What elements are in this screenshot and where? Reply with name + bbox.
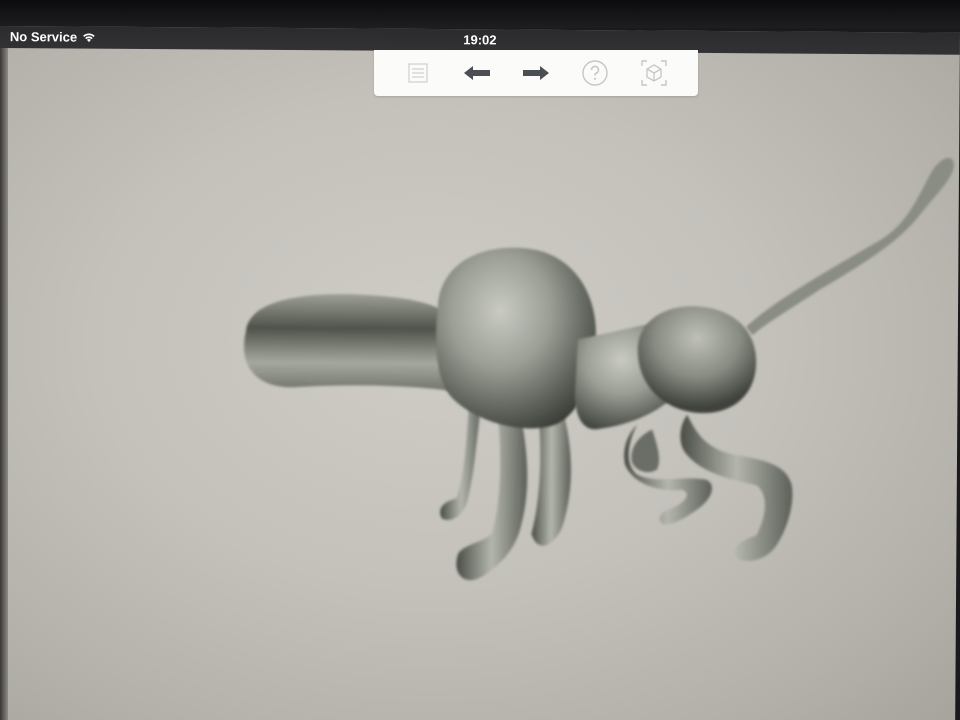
status-time: 19:02 — [463, 32, 497, 48]
redo-button[interactable] — [516, 55, 556, 91]
help-icon — [581, 59, 609, 87]
device-bezel-left — [0, 40, 8, 720]
undo-button[interactable] — [457, 55, 497, 91]
3d-view-button[interactable] — [634, 55, 674, 91]
device-bezel-top — [0, 0, 960, 28]
help-button[interactable] — [575, 55, 615, 91]
undo-arrow-icon — [462, 65, 492, 81]
app-viewport[interactable] — [0, 26, 960, 720]
list-button[interactable] — [398, 55, 438, 91]
toolbar — [374, 50, 698, 96]
redo-arrow-icon — [521, 65, 551, 81]
photo-frame: No Service 19:02 — [0, 0, 960, 720]
3d-creature-model[interactable] — [0, 26, 960, 720]
3d-view-icon — [639, 58, 669, 88]
list-icon — [407, 63, 429, 83]
